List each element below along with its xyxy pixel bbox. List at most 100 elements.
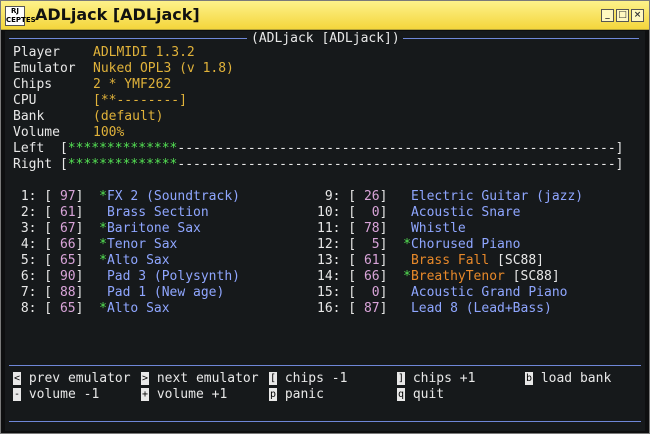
instrument-name: Alto Sax [106, 253, 170, 268]
active-mark [99, 285, 107, 300]
info-label: Bank [13, 109, 45, 124]
channel-number: 7: [13, 285, 37, 300]
active-mark [403, 189, 411, 204]
channel-bracket: [ [36, 221, 60, 236]
meter-rest: ----------------------------------------… [177, 157, 616, 172]
instrument-name: Acoustic Snare [410, 205, 521, 220]
channel-volume: 66 [363, 269, 380, 284]
channel-row[interactable]: 3: [ 67] *Baritone Sax [13, 221, 201, 237]
channel-bracket: ] [75, 237, 100, 252]
channel-number: 4: [13, 237, 37, 252]
channel-bracket: ] [379, 301, 404, 316]
key-hint[interactable]: > next emulator [141, 371, 259, 387]
channel-bracket: [ [340, 301, 364, 316]
meter-fill: ************** [67, 157, 178, 172]
active-mark [403, 253, 411, 268]
app-icon[interactable]: RJ CEPTES [5, 6, 36, 26]
channel-bracket: [ [36, 189, 60, 204]
info-label: Emulator [13, 61, 76, 76]
channel-row[interactable]: 13: [ 61] Brass Fall [SC88] [317, 253, 544, 269]
maximize-icon[interactable]: □ [616, 9, 629, 22]
key-cap: ] [397, 372, 405, 385]
instrument-name: Pad 3 (Polysynth) [106, 269, 240, 284]
active-mark: * [99, 189, 107, 204]
channel-bracket: [ [36, 237, 60, 252]
channel-bracket: ] [75, 205, 100, 220]
terminal-area[interactable]: (ADLjack [ADLjack]) Player ADLMIDI 1.3.2 E… [5, 31, 645, 431]
channel-number: 6: [13, 269, 37, 284]
channel-volume: 65 [59, 253, 76, 268]
channel-volume: 26 [363, 189, 380, 204]
title-bar[interactable]: RJ CEPTES ADLjack [ADLjack] _ □ × [1, 1, 649, 30]
channel-bracket: [ [36, 285, 60, 300]
key-label: chips +1 [405, 371, 476, 386]
channel-volume: 66 [59, 237, 76, 252]
instrument-name: Brass Fall [410, 253, 490, 268]
channel-row[interactable]: 4: [ 66] *Tenor Sax [13, 237, 178, 253]
active-mark: * [99, 253, 107, 268]
channel-row[interactable]: 5: [ 65] *Alto Sax [13, 253, 170, 269]
key-label: load bank [533, 371, 612, 386]
key-hint[interactable]: ] chips +1 [397, 371, 475, 387]
instrument-name: Whistle [410, 221, 466, 236]
channel-row[interactable]: 14: [ 66] *BreathyTenor [SC88] [317, 269, 560, 285]
channel-number: 5: [13, 253, 37, 268]
meter-gap [44, 141, 60, 156]
key-hint[interactable]: q quit [397, 387, 444, 403]
channel-bracket: ] [75, 221, 100, 236]
channel-row[interactable]: 15: [ 0] Acoustic Grand Piano [317, 285, 567, 301]
key-cap: - [13, 388, 21, 401]
key-hint[interactable]: b load bank [525, 371, 611, 387]
header-rule-right [403, 38, 639, 39]
info-value: 100% [93, 125, 125, 140]
channel-number: 8: [13, 301, 37, 316]
channel-row[interactable]: 9: [ 26] Electric Guitar (jazz) [317, 189, 583, 205]
channel-bracket: [ [340, 189, 364, 204]
channel-volume: 88 [59, 285, 76, 300]
terminal-window: RJ CEPTES ADLjack [ADLjack] _ □ × (ADLja… [0, 0, 650, 434]
channel-bracket: ] [379, 253, 404, 268]
key-hint[interactable]: - volume -1 [13, 387, 99, 403]
channel-row[interactable]: 12: [ 5] *Chorused Piano [317, 237, 521, 253]
channel-row[interactable]: 1: [ 97] *FX 2 (Soundtrack) [13, 189, 240, 205]
instrument-name: Acoustic Grand Piano [410, 285, 568, 300]
channel-row[interactable]: 7: [ 88] Pad 1 (New age) [13, 285, 225, 301]
channel-row[interactable]: 8: [ 65] *Alto Sax [13, 301, 170, 317]
channel-row[interactable]: 16: [ 87] Lead 8 (Lead+Bass) [317, 301, 552, 317]
active-mark [403, 205, 411, 220]
key-cap: [ [269, 372, 277, 385]
meter-open: [ [59, 141, 68, 156]
keys-rule [9, 365, 641, 366]
close-icon[interactable]: × [631, 9, 644, 22]
key-hint[interactable]: [ chips -1 [269, 371, 347, 387]
channel-bracket: [ [340, 269, 364, 284]
key-hint[interactable]: + volume +1 [141, 387, 227, 403]
channel-volume: 0 [363, 205, 380, 220]
channel-bracket: [ [36, 301, 60, 316]
channel-bracket: [ [36, 205, 60, 220]
channel-row[interactable]: 10: [ 0] Acoustic Snare [317, 205, 521, 221]
channel-bracket: ] [379, 237, 404, 252]
meter-close: ] [615, 157, 624, 172]
key-cap: + [141, 388, 149, 401]
channel-volume: 78 [363, 221, 380, 236]
key-label: volume +1 [149, 387, 228, 402]
bottom-rule [9, 421, 641, 422]
key-hint[interactable]: < prev emulator [13, 371, 131, 387]
active-mark [403, 301, 411, 316]
key-label: panic [277, 387, 324, 402]
channel-bracket: ] [75, 285, 100, 300]
info-label: Volume [13, 125, 60, 140]
key-hint[interactable]: p panic [269, 387, 324, 403]
channel-volume: 65 [59, 301, 76, 316]
channel-volume: 67 [59, 221, 76, 236]
instrument-name: Alto Sax [106, 301, 170, 316]
channel-row[interactable]: 2: [ 61] Brass Section [13, 205, 209, 221]
channel-number: 11: [317, 221, 341, 236]
channel-row[interactable]: 6: [ 90] Pad 3 (Polysynth) [13, 269, 240, 285]
channel-bracket: ] [379, 269, 404, 284]
minimize-icon[interactable]: _ [601, 9, 614, 22]
channel-row[interactable]: 11: [ 78] Whistle [317, 221, 466, 237]
active-mark: * [99, 237, 107, 252]
key-label: volume -1 [21, 387, 100, 402]
